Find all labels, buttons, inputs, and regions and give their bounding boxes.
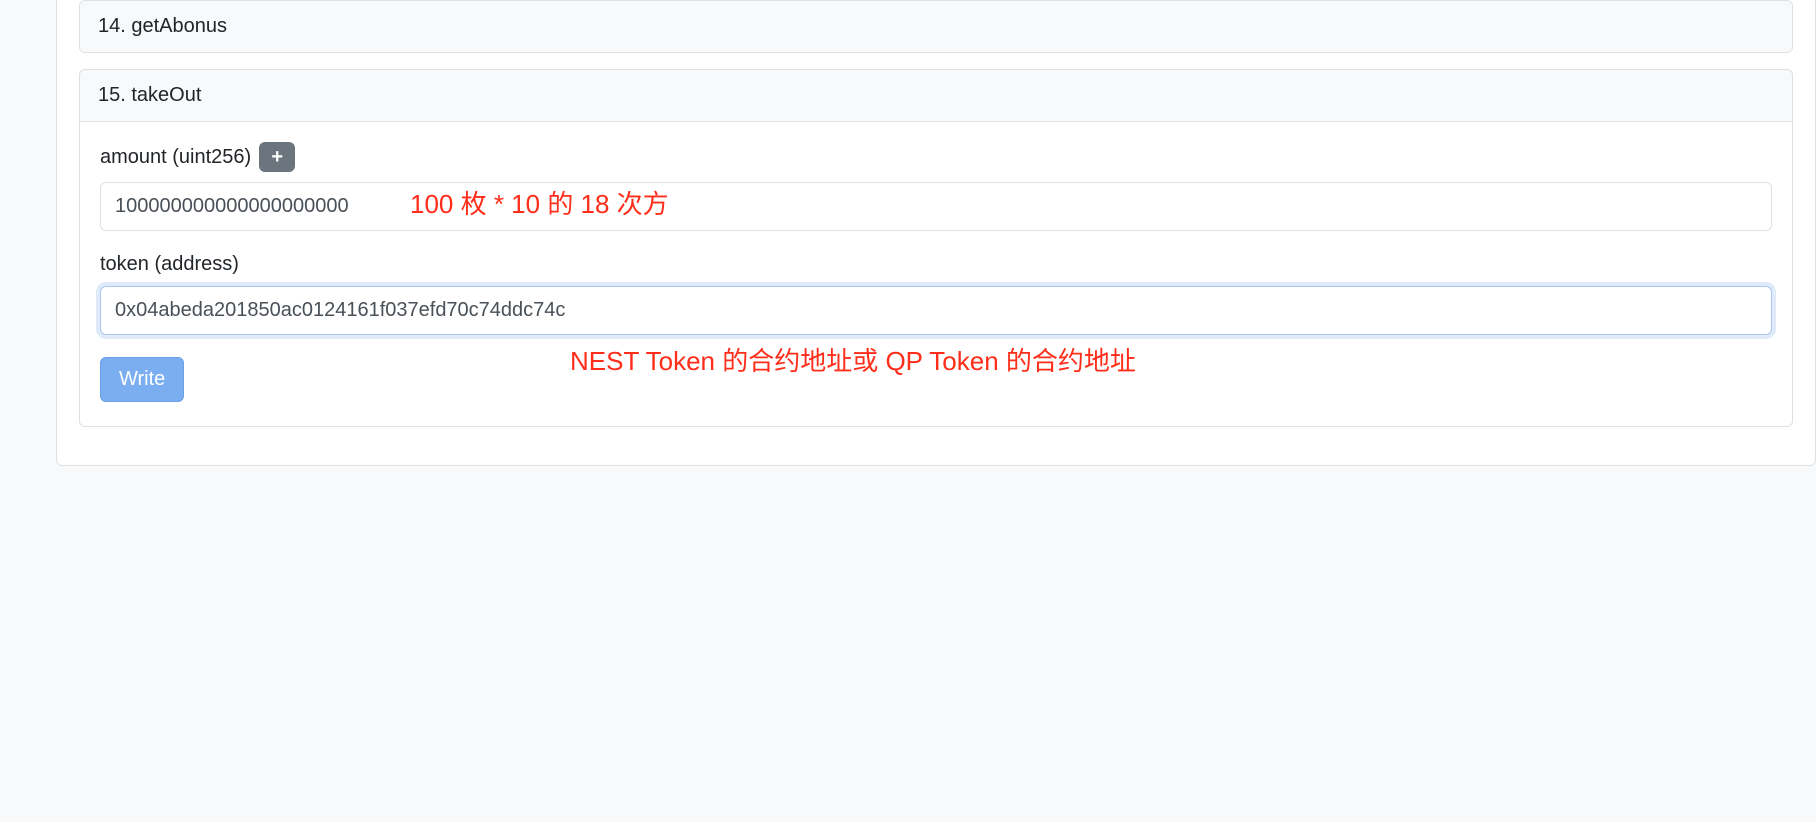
- contract-functions-panel: 14. getAbonus 15. takeOut amount (uint25…: [56, 0, 1816, 466]
- amount-input[interactable]: [100, 182, 1772, 231]
- function-header-takeout[interactable]: 15. takeOut: [80, 70, 1792, 122]
- function-panel-getabonus: 14. getAbonus: [79, 0, 1793, 53]
- token-input[interactable]: [100, 286, 1772, 335]
- plus-icon: +: [271, 147, 283, 167]
- token-annotation: NEST Token 的合约地址或 QP Token 的合约地址: [570, 341, 1136, 378]
- function-header-getabonus[interactable]: 14. getAbonus: [80, 1, 1792, 52]
- token-field-group: token (address) NEST Token 的合约地址或 QP Tok…: [100, 253, 1772, 335]
- function-panel-takeout: 15. takeOut amount (uint256) + 100 枚 * 1…: [79, 69, 1793, 427]
- function-body-takeout: amount (uint256) + 100 枚 * 10 的 18 次方 to…: [80, 122, 1792, 426]
- add-amount-button[interactable]: +: [259, 142, 295, 172]
- amount-label-row: amount (uint256) +: [100, 142, 1772, 172]
- write-button[interactable]: Write: [100, 357, 184, 402]
- token-label: token (address): [100, 253, 1772, 276]
- amount-field-group: amount (uint256) + 100 枚 * 10 的 18 次方: [100, 142, 1772, 231]
- amount-label: amount (uint256): [100, 146, 251, 169]
